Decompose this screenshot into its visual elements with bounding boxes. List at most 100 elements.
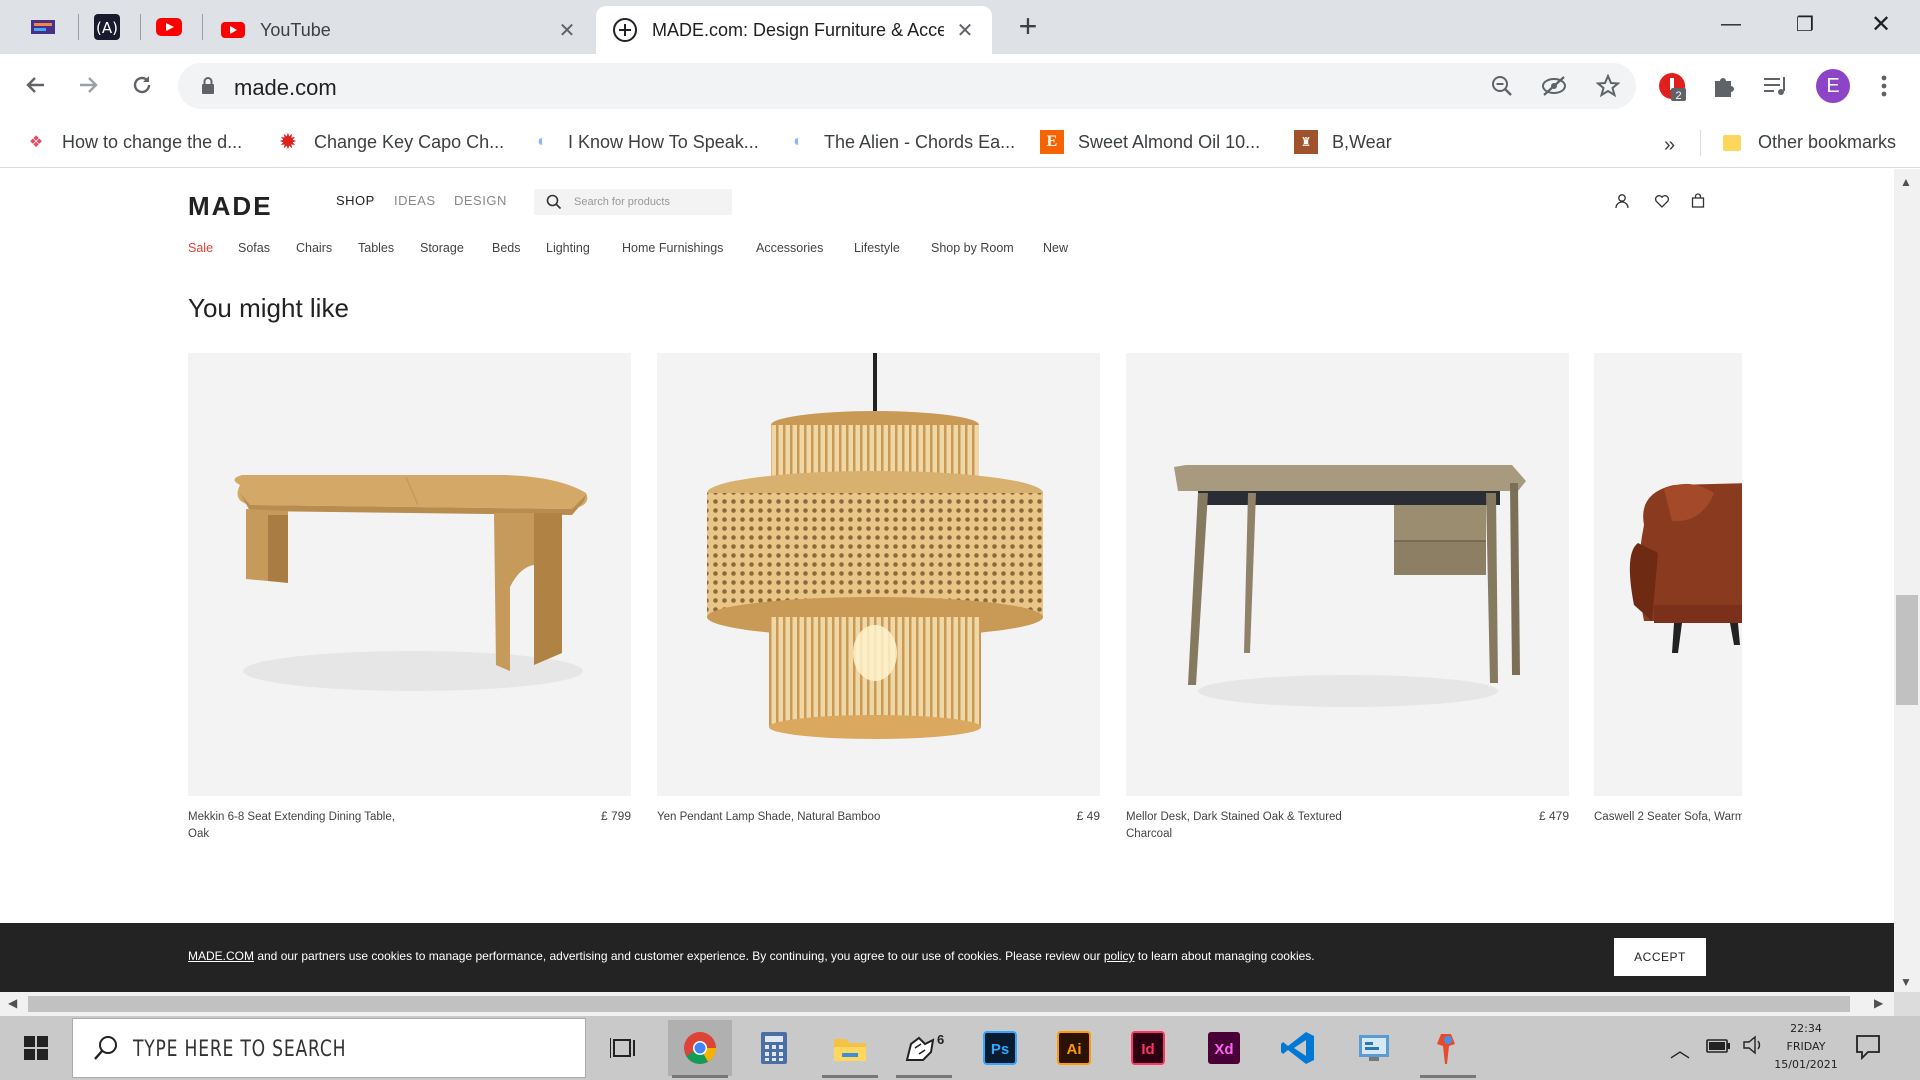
basket-icon[interactable]: [1688, 191, 1708, 211]
bookmark-item[interactable]: ❖ How to change the d...: [24, 126, 242, 158]
tab-youtube[interactable]: YouTube ✕: [204, 6, 594, 54]
pinned-tab[interactable]: (A): [76, 8, 138, 46]
other-bookmarks[interactable]: Other bookmarks: [1720, 126, 1896, 158]
site-logo[interactable]: MADE: [188, 191, 273, 222]
category-lighting[interactable]: Lighting: [546, 241, 590, 255]
site-search[interactable]: [534, 189, 732, 215]
start-button[interactable]: [0, 1016, 72, 1080]
category-lifestyle[interactable]: Lifestyle: [854, 241, 900, 255]
taskbar-app-indesign[interactable]: Id: [1116, 1020, 1180, 1076]
product-name[interactable]: Yen Pendant Lamp Shade, Natural Bamboo: [657, 809, 887, 826]
bookmark-item[interactable]: E Sweet Almond Oil 10...: [1040, 126, 1260, 158]
vertical-scrollbar[interactable]: ▲ ▼: [1894, 169, 1920, 992]
accept-cookies-button[interactable]: ACCEPT: [1614, 938, 1706, 976]
tab-made[interactable]: MADE.com: Design Furniture & Accessories…: [596, 6, 992, 54]
category-storage[interactable]: Storage: [420, 241, 464, 255]
taskbar-app-photoshop[interactable]: Ps: [968, 1020, 1032, 1076]
url-text[interactable]: made.com: [234, 75, 337, 101]
product-card[interactable]: Mekkin 6-8 Seat Extending Dining Table, …: [188, 353, 631, 840]
cookie-policy-link[interactable]: policy: [1104, 949, 1135, 963]
product-card[interactable]: Yen Pendant Lamp Shade, Natural Bamboo £…: [657, 353, 1100, 823]
extensions-puzzle-icon[interactable]: [1708, 70, 1740, 102]
task-view-button[interactable]: [592, 1020, 656, 1076]
taskbar-app-xd[interactable]: Xd: [1192, 1020, 1256, 1076]
scroll-thumb[interactable]: [28, 996, 1850, 1012]
media-control-icon[interactable]: [1760, 70, 1792, 102]
product-price: £ 479: [1538, 809, 1569, 823]
bookmark-item[interactable]: ◐ The Alien - Chords Ea...: [786, 126, 1015, 158]
cookie-brand-link[interactable]: MADE.COM: [188, 949, 254, 963]
category-tables[interactable]: Tables: [358, 241, 394, 255]
product-card[interactable]: Mellor Desk, Dark Stained Oak & Textured…: [1126, 353, 1569, 840]
horizontal-scrollbar[interactable]: ◀ ▶: [0, 992, 1894, 1016]
category-home-furnishings[interactable]: Home Furnishings: [622, 241, 723, 255]
restore-button[interactable]: ❐: [1770, 6, 1840, 42]
product-name[interactable]: Mellor Desk, Dark Stained Oak & Textured…: [1126, 809, 1356, 843]
category-accessories[interactable]: Accessories: [756, 241, 823, 255]
menu-kebab-icon[interactable]: [1868, 70, 1900, 102]
category-new[interactable]: New: [1043, 241, 1068, 255]
windows-icon: [24, 1036, 48, 1060]
new-tab-button[interactable]: +: [1012, 10, 1044, 44]
category-shop-by-room[interactable]: Shop by Room: [931, 241, 1014, 255]
bookmark-item[interactable]: ♜ B,Wear: [1294, 126, 1392, 158]
taskbar-app-tool[interactable]: [1416, 1020, 1480, 1078]
wishlist-heart-icon[interactable]: [1652, 191, 1672, 211]
taskbar-app-vscode[interactable]: [1266, 1020, 1330, 1076]
forward-button[interactable]: [68, 65, 108, 105]
category-sale[interactable]: Sale: [188, 241, 213, 255]
close-window-button[interactable]: ✕: [1846, 6, 1916, 42]
close-tab-icon[interactable]: ✕: [556, 18, 578, 43]
scroll-thumb[interactable]: [1896, 595, 1918, 705]
minimize-button[interactable]: —: [1696, 6, 1766, 42]
volume-icon[interactable]: [1742, 1034, 1766, 1062]
product-image[interactable]: [1126, 353, 1569, 796]
taskbar-app-calculator[interactable]: [742, 1020, 806, 1076]
taskbar-app-illustrator[interactable]: Ai: [1042, 1020, 1106, 1076]
category-beds[interactable]: Beds: [492, 241, 521, 255]
pinned-tab[interactable]: [12, 8, 74, 46]
back-button[interactable]: [16, 65, 56, 105]
product-name[interactable]: Caswell 2 Seater Sofa, Warm Velvet: [1594, 809, 1742, 826]
scroll-up-icon[interactable]: ▲: [1900, 175, 1912, 189]
product-card[interactable]: Caswell 2 Seater Sofa, Warm Velvet: [1594, 353, 1742, 853]
nav-design[interactable]: DESIGN: [454, 193, 507, 208]
section-title: You might like: [188, 293, 349, 323]
address-bar[interactable]: made.com: [178, 63, 1636, 109]
bookmarks-overflow-button[interactable]: »: [1664, 134, 1675, 157]
nav-shop[interactable]: SHOP: [336, 193, 375, 208]
bookmark-item[interactable]: ◐ I Know How To Speak...: [530, 126, 759, 158]
extension-adblock-icon[interactable]: 2: [1656, 70, 1688, 102]
bookmark-item[interactable]: ✹ Change Key Capo Ch...: [276, 126, 504, 158]
battery-icon[interactable]: [1706, 1034, 1732, 1062]
profile-avatar[interactable]: E: [1816, 69, 1850, 103]
scroll-right-icon[interactable]: ▶: [1874, 996, 1883, 1010]
notification-button[interactable]: [1854, 1032, 1882, 1065]
account-icon[interactable]: [1612, 191, 1632, 211]
product-image[interactable]: [1594, 353, 1742, 796]
pinned-tab-youtube[interactable]: [138, 8, 200, 46]
nav-ideas[interactable]: IDEAS: [394, 193, 436, 208]
tray-chevron-icon[interactable]: ︿: [1670, 1034, 1690, 1063]
zoom-out-icon[interactable]: [1488, 72, 1516, 100]
system-clock[interactable]: 22:34 FRIDAY 15/01/2021: [1766, 1020, 1846, 1074]
scroll-left-icon[interactable]: ◀: [8, 996, 17, 1010]
reload-button[interactable]: [122, 65, 162, 105]
site-search-input[interactable]: [574, 193, 724, 211]
category-chairs[interactable]: Chairs: [296, 241, 332, 255]
taskbar-app-file-explorer[interactable]: [818, 1020, 882, 1078]
scroll-down-icon[interactable]: ▼: [1900, 975, 1912, 989]
product-image[interactable]: [188, 353, 631, 796]
product-name[interactable]: Mekkin 6-8 Seat Extending Dining Table, …: [188, 809, 418, 843]
taskbar-app-rhino[interactable]: 6: [892, 1020, 956, 1078]
taskbar-app-chrome[interactable]: [668, 1020, 732, 1078]
bookmark-favicon-icon: ♜: [1294, 130, 1318, 154]
bookmark-star-icon[interactable]: [1594, 72, 1622, 100]
product-price: £ 49: [1076, 809, 1100, 823]
category-sofas[interactable]: Sofas: [238, 241, 270, 255]
close-tab-icon[interactable]: ✕: [954, 18, 976, 43]
taskbar-search[interactable]: TYPE HERE TO SEARCH: [72, 1018, 586, 1078]
product-image[interactable]: [657, 353, 1100, 796]
taskbar-app-control-panel[interactable]: [1342, 1020, 1406, 1076]
tracking-blocked-icon[interactable]: [1540, 72, 1568, 100]
